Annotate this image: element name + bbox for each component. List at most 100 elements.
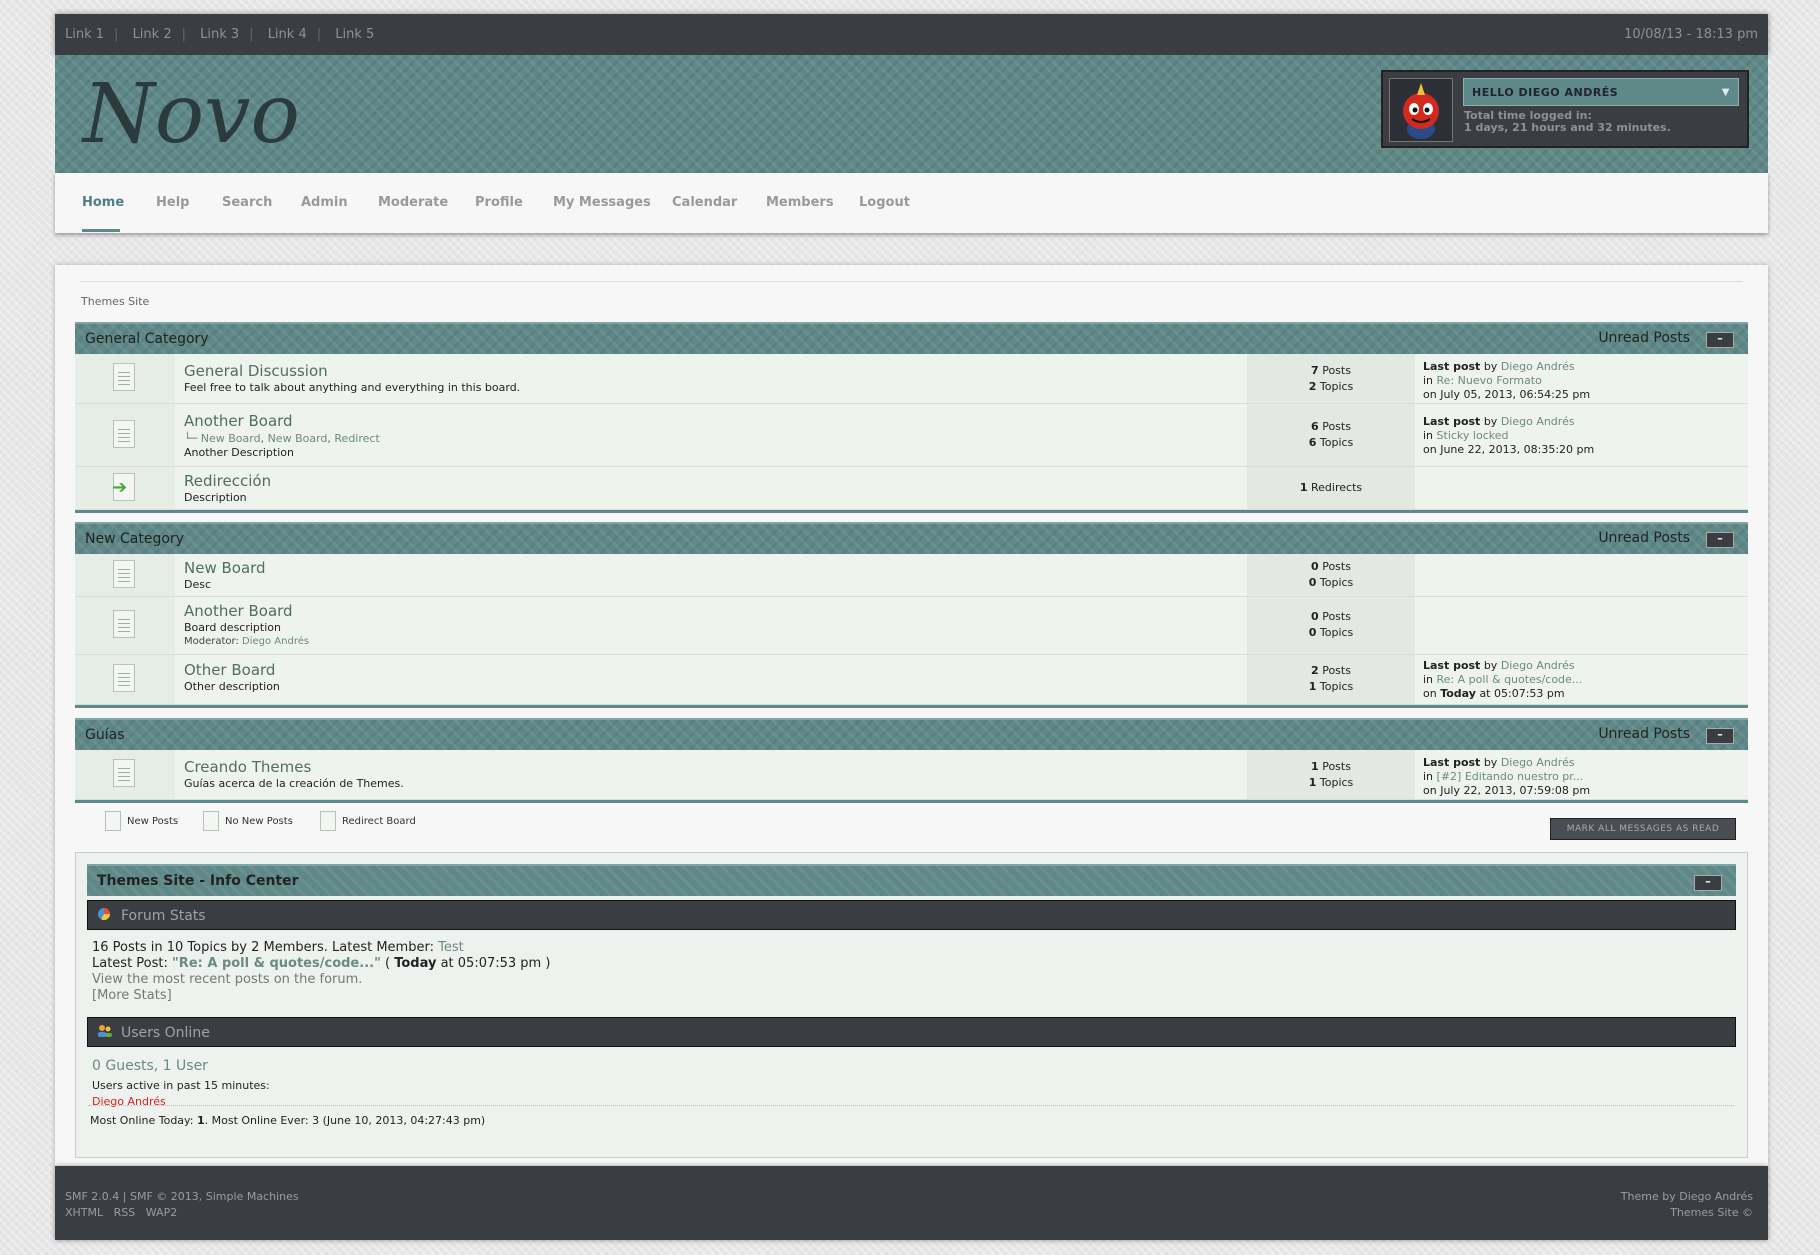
- child-board-link[interactable]: New Board: [268, 432, 328, 445]
- category-title[interactable]: Guías: [85, 727, 124, 743]
- top-link-4[interactable]: Link 4: [268, 27, 317, 42]
- most-online-ever: . Most Online Ever: 3 (June 10, 2013, 04…: [204, 1114, 486, 1127]
- board-name[interactable]: Another Board: [184, 412, 380, 430]
- board-description: Guías acerca de la creación de Themes.: [184, 777, 404, 790]
- nav-help[interactable]: Help: [156, 195, 189, 210]
- child-board-link[interactable]: New Board: [201, 432, 261, 445]
- board-stats: 1 Posts 1 Topics: [1247, 750, 1415, 799]
- category-general: General Category Unread Posts – General …: [75, 322, 1748, 513]
- redirect-board-icon[interactable]: ➔: [112, 473, 135, 501]
- board-name[interactable]: Other Board: [184, 661, 280, 679]
- last-post-author[interactable]: Diego Andrés: [1501, 415, 1575, 428]
- no-new-posts-icon[interactable]: [113, 664, 135, 692]
- board-name[interactable]: General Discussion: [184, 362, 520, 380]
- recent-posts-link[interactable]: View the most recent posts on the forum.: [92, 972, 550, 988]
- users-online-title[interactable]: Users Online: [121, 1025, 210, 1041]
- nav-calendar[interactable]: Calendar: [672, 195, 737, 210]
- last-post-date-today: Today: [1440, 687, 1476, 700]
- last-post-author[interactable]: Diego Andrés: [1501, 756, 1575, 769]
- top-link-2[interactable]: Link 2: [133, 27, 182, 42]
- category-footer: [75, 800, 1748, 803]
- category-title[interactable]: New Category: [85, 531, 184, 547]
- category-title[interactable]: General Category: [85, 331, 209, 347]
- unread-posts-link[interactable]: Unread Posts: [1598, 726, 1690, 742]
- board-stats: 2 Posts 1 Topics: [1247, 655, 1415, 704]
- redirect-board-icon: [320, 811, 336, 831]
- board-stats: 7 Posts 2 Topics: [1247, 354, 1415, 403]
- on-label: on: [1423, 443, 1437, 456]
- collapse-icon[interactable]: –: [1706, 532, 1734, 548]
- last-post-topic[interactable]: [#2] Editando nuestro pr...: [1437, 770, 1584, 783]
- top-link-5[interactable]: Link 5: [335, 27, 384, 42]
- board-stats: 6 Posts 6 Topics: [1247, 404, 1415, 466]
- last-post-author[interactable]: Diego Andrés: [1501, 659, 1575, 672]
- rss-link[interactable]: RSS: [114, 1206, 136, 1219]
- board-stats: 0 Posts 0 Topics: [1247, 554, 1415, 596]
- separator: |: [181, 27, 186, 42]
- wap2-link[interactable]: WAP2: [146, 1206, 177, 1219]
- theme-credit[interactable]: Theme by Diego Andrés: [1621, 1189, 1753, 1205]
- chevron-down-icon: ▼: [1721, 87, 1730, 98]
- nav-search[interactable]: Search: [222, 195, 272, 210]
- board-description: Desc: [184, 578, 212, 591]
- last-post-label: Last post: [1423, 756, 1481, 769]
- latest-post-link[interactable]: "Re: A poll & quotes/code...": [172, 956, 381, 971]
- unread-posts-link[interactable]: Unread Posts: [1598, 530, 1690, 546]
- user-menu-dropdown[interactable]: HELLO DIEGO ANDRÉS ▼: [1463, 78, 1739, 106]
- online-user-link[interactable]: Diego Andrés: [92, 1094, 270, 1110]
- topics-count: 1: [1308, 776, 1317, 789]
- board-row: Creando Themes Guías acerca de la creaci…: [75, 750, 1748, 800]
- divider: [88, 1105, 1734, 1106]
- more-stats-link[interactable]: [More Stats]: [92, 988, 550, 1004]
- nav-admin[interactable]: Admin: [301, 195, 348, 210]
- legend-new-posts: New Posts: [105, 811, 178, 831]
- nav-my-messages[interactable]: My Messages: [553, 195, 651, 210]
- nav-home[interactable]: Home: [82, 195, 124, 210]
- last-post-label: Last post: [1423, 415, 1481, 428]
- last-post-topic[interactable]: Re: Nuevo Formato: [1437, 374, 1542, 387]
- xhtml-link[interactable]: XHTML: [65, 1206, 103, 1219]
- latest-member-link[interactable]: Test: [438, 940, 464, 955]
- last-post-author[interactable]: Diego Andrés: [1501, 360, 1575, 373]
- nav-moderate[interactable]: Moderate: [378, 195, 448, 210]
- last-post-topic[interactable]: Sticky locked: [1437, 429, 1509, 442]
- board-name[interactable]: Another Board: [184, 602, 309, 620]
- no-new-posts-icon[interactable]: [113, 759, 135, 787]
- moderator-link[interactable]: Diego Andrés: [242, 636, 309, 647]
- nav-profile[interactable]: Profile: [475, 195, 523, 210]
- last-post-date: July 22, 2013, 07:59:08 pm: [1440, 784, 1591, 797]
- topics-count: 2: [1308, 380, 1317, 393]
- unread-posts-link[interactable]: Unread Posts: [1598, 330, 1690, 346]
- site-logo[interactable]: Novo: [83, 67, 300, 162]
- users-icon: [97, 1024, 113, 1042]
- no-new-posts-icon[interactable]: [113, 610, 135, 638]
- mark-all-read-button[interactable]: MARK ALL MESSAGES AS READ: [1550, 818, 1736, 840]
- collapse-icon[interactable]: –: [1706, 332, 1734, 348]
- site-credit[interactable]: Themes Site ©: [1621, 1205, 1753, 1221]
- board-name[interactable]: Redirección: [184, 472, 271, 490]
- no-new-posts-icon[interactable]: [113, 363, 135, 391]
- posts-count: 0: [1311, 560, 1319, 573]
- top-link-1[interactable]: Link 1: [65, 27, 114, 42]
- nav-logout[interactable]: Logout: [859, 195, 910, 210]
- board-row: General Discussion Feel free to talk abo…: [75, 354, 1748, 404]
- breadcrumb[interactable]: Themes Site: [81, 295, 149, 308]
- last-post: Last post by Diego Andrés in Re: A poll …: [1423, 659, 1582, 701]
- last-post-topic[interactable]: Re: A poll & quotes/code...: [1437, 673, 1583, 686]
- child-board-link[interactable]: Redirect: [334, 432, 379, 445]
- users-active-label: Users active in past 15 minutes:: [92, 1079, 270, 1092]
- avatar[interactable]: [1389, 78, 1453, 142]
- in-label: in: [1423, 770, 1434, 783]
- board-name[interactable]: New Board: [184, 559, 266, 577]
- footer-copyright[interactable]: SMF 2.0.4 | SMF © 2013, Simple Machines: [65, 1189, 299, 1205]
- top-link-3[interactable]: Link 3: [200, 27, 249, 42]
- no-new-posts-icon[interactable]: [113, 420, 135, 448]
- nav-members[interactable]: Members: [766, 195, 834, 210]
- collapse-icon[interactable]: –: [1706, 728, 1734, 744]
- board-icon-cell: [75, 404, 175, 466]
- legend-redirect-board: Redirect Board: [320, 811, 416, 831]
- collapse-icon[interactable]: –: [1694, 875, 1722, 891]
- forum-stats-title[interactable]: Forum Stats: [121, 908, 206, 924]
- no-new-posts-icon[interactable]: [113, 560, 135, 588]
- board-name[interactable]: Creando Themes: [184, 758, 404, 776]
